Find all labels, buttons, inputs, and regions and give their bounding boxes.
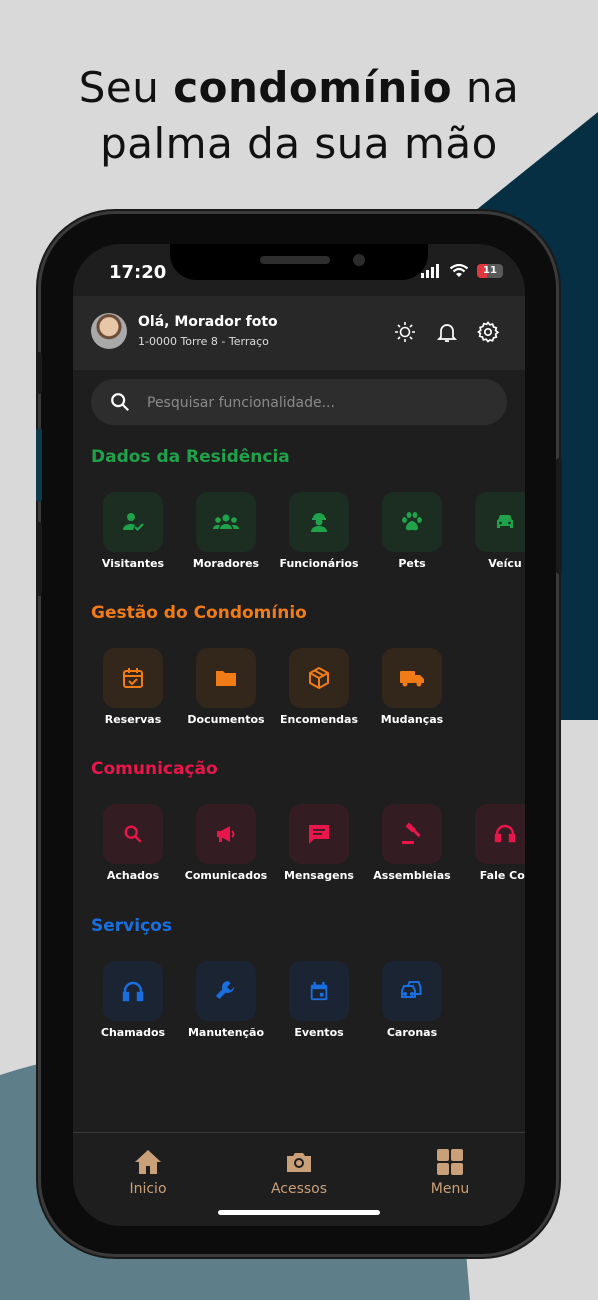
megaphone-icon <box>217 826 235 842</box>
tile-pets[interactable]: Pets <box>365 492 459 582</box>
tile-fale-conosco[interactable]: Fale Cor <box>458 804 525 894</box>
home-icon <box>135 1150 161 1174</box>
paw-icon <box>402 512 422 531</box>
tile-chamados[interactable]: Chamados <box>86 961 180 1051</box>
tile-label: Assembleias <box>373 869 451 882</box>
camera-icon <box>287 1153 311 1172</box>
unit-address: 1-0000 Torre 8 - Terraço <box>138 335 269 348</box>
tile-label: Documentos <box>187 713 265 726</box>
group-icon <box>213 514 239 529</box>
tile-label: Eventos <box>294 1026 344 1039</box>
home-indicator <box>218 1210 380 1215</box>
wifi-icon <box>449 264 469 277</box>
nav-label: Menu <box>430 1181 470 1197</box>
tile-label: Reservas <box>104 713 162 726</box>
user-header: Olá, Morador foto 1-0000 Torre 8 - Terra… <box>73 296 525 370</box>
tile-label: Encomendas <box>279 713 359 726</box>
volume-up-button <box>36 428 42 502</box>
tile-moradores[interactable]: Moradores <box>179 492 273 582</box>
tile-label: Visitantes <box>101 557 165 570</box>
search-icon <box>111 393 130 412</box>
folder-icon <box>216 671 236 686</box>
signal-icon <box>421 264 439 278</box>
calendar-check-icon <box>123 668 143 688</box>
package-icon <box>309 667 329 689</box>
tile-label: Achados <box>106 869 160 882</box>
section-row-comunicacao: Achados Comunicados Mensagens Assembleia… <box>73 804 525 894</box>
headphones-icon <box>122 981 144 1002</box>
gavel-icon <box>402 822 421 844</box>
tile-label: Moradores <box>192 557 260 570</box>
section-title-comunicacao: Comunicação <box>91 759 218 779</box>
tile-assembleias[interactable]: Assembleias <box>365 804 459 894</box>
headline: Seu condomínio na palma da sua mão <box>78 63 520 168</box>
tile-label: Funcionários <box>279 557 359 570</box>
tile-documentos[interactable]: Documentos <box>179 648 273 738</box>
tile-caronas[interactable]: Caronas <box>365 961 459 1051</box>
app-screen: 17:20 11 Olá, Morador foto 1-0000 Torre … <box>73 244 525 1226</box>
tile-achados[interactable]: Achados <box>86 804 180 894</box>
tile-label: Mensagens <box>284 869 354 882</box>
cars-icon <box>401 981 422 998</box>
bell-icon[interactable] <box>435 320 459 344</box>
tile-label: Mudanças <box>380 713 444 726</box>
tile-label: Veícu <box>488 557 522 570</box>
message-icon <box>309 825 329 844</box>
person-check-icon <box>123 513 144 532</box>
section-row-gestao-condominio: Reservas Documentos Encomendas Mudanças <box>73 648 525 738</box>
search-icon <box>124 825 142 843</box>
search-bar[interactable] <box>91 379 507 427</box>
notch <box>170 244 428 280</box>
section-row-servicos: Chamados Manutenção Eventos Caronas <box>73 961 525 1051</box>
tile-eventos[interactable]: Eventos <box>272 961 366 1051</box>
section-title-dados-residencia: Dados da Residência <box>91 447 290 467</box>
section-row-dados-residencia: Visitantes Moradores Funcionários Pets V… <box>73 492 525 582</box>
tile-comunicados[interactable]: Comunicados <box>179 804 273 894</box>
nav-acessos[interactable]: Acessos <box>249 1147 349 1197</box>
gear-icon[interactable] <box>476 320 500 344</box>
status-icons: 11 <box>421 264 503 278</box>
battery-icon: 11 <box>477 264 503 278</box>
nav-inicio[interactable]: Inicio <box>98 1147 198 1197</box>
tile-veiculos[interactable]: Veícu <box>458 492 525 582</box>
tile-reservas[interactable]: Reservas <box>86 648 180 738</box>
section-title-gestao-condominio: Gestão do Condomínio <box>91 603 307 623</box>
tile-label: Chamados <box>100 1026 166 1039</box>
tile-funcionarios[interactable]: Funcionários <box>272 492 366 582</box>
tile-manutencao[interactable]: Manutenção <box>179 961 273 1051</box>
tile-encomendas[interactable]: Encomendas <box>272 648 366 738</box>
truck-icon <box>400 671 424 687</box>
event-icon <box>310 981 328 1001</box>
power-button <box>556 458 562 574</box>
sun-icon[interactable] <box>393 320 417 344</box>
nav-label: Inicio <box>129 1181 167 1197</box>
nav-menu[interactable]: Menu <box>400 1147 500 1197</box>
tile-label: Fale Cor <box>479 869 525 882</box>
tile-label: Comunicados <box>184 869 268 882</box>
avatar[interactable] <box>91 313 127 349</box>
tile-label: Manutenção <box>187 1026 265 1039</box>
tile-mudancas[interactable]: Mudanças <box>365 648 459 738</box>
nav-label: Acessos <box>270 1181 328 1197</box>
tile-visitantes[interactable]: Visitantes <box>86 492 180 582</box>
greeting: Olá, Morador foto <box>138 314 278 330</box>
tile-mensagens[interactable]: Mensagens <box>272 804 366 894</box>
front-camera <box>353 254 365 266</box>
volume-down-button <box>36 522 42 596</box>
mute-switch <box>36 352 42 394</box>
status-time: 17:20 <box>109 262 167 283</box>
headset-icon <box>494 824 516 843</box>
worker-icon <box>311 513 327 532</box>
section-title-servicos: Serviços <box>91 916 172 936</box>
wrench-icon <box>216 981 234 999</box>
tile-label: Pets <box>398 557 426 570</box>
search-input[interactable] <box>145 379 489 427</box>
car-icon <box>497 515 513 528</box>
grid-icon <box>437 1149 463 1175</box>
speaker <box>260 256 330 264</box>
tile-label: Caronas <box>386 1026 438 1039</box>
